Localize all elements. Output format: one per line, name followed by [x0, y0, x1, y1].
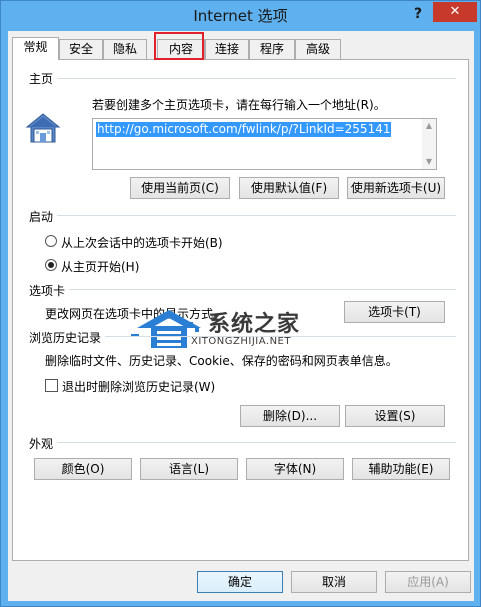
- use-default-button[interactable]: 使用默认值(F): [239, 177, 339, 199]
- startup-section-label: 启动: [29, 208, 58, 225]
- tab-privacy[interactable]: 隐私: [103, 39, 147, 59]
- homepage-section-label: 主页: [29, 70, 58, 87]
- divider: [31, 78, 456, 79]
- dialog-client: 常规 安全 隐私 内容 连接 程序 高级 主页 若要创建多个主页选项卡，请在每行…: [8, 31, 474, 601]
- divider: [31, 289, 456, 290]
- divider: [31, 442, 456, 443]
- radio-start-homepage[interactable]: [45, 259, 57, 271]
- history-description: 删除临时文件、历史记录、Cookie、保存的密码和网页表单信息。: [45, 354, 398, 368]
- homepage-url-text: http://go.microsoft.com/fwlink/p/?LinkId…: [96, 122, 392, 137]
- use-current-button[interactable]: 使用当前页(C): [130, 177, 230, 199]
- tab-advanced[interactable]: 高级: [295, 39, 341, 59]
- internet-options-window: Internet 选项 ? ✕ 常规 安全 隐私 内容 连接 程序 高级 主页: [0, 0, 481, 607]
- divider: [31, 215, 456, 216]
- tabs-section-label: 选项卡: [29, 282, 70, 299]
- use-new-tab-button[interactable]: 使用新选项卡(U): [347, 177, 445, 199]
- apply-button[interactable]: 应用(A): [385, 571, 471, 593]
- watermark-name: 系统之家: [208, 312, 301, 337]
- fonts-button[interactable]: 字体(N): [246, 458, 344, 480]
- settings-button[interactable]: 设置(S): [345, 405, 445, 427]
- home-icon: [25, 113, 61, 143]
- scroll-up-icon[interactable]: ▲: [422, 120, 436, 132]
- title-bar[interactable]: Internet 选项 ? ✕: [1, 1, 480, 29]
- start-last-session-label[interactable]: 从上次会话中的选项卡开始(B): [61, 234, 223, 251]
- tab-security[interactable]: 安全: [59, 39, 103, 59]
- history-section-label: 浏览历史记录: [29, 329, 106, 346]
- colors-button[interactable]: 颜色(O): [34, 458, 132, 480]
- close-button[interactable]: ✕: [433, 2, 477, 22]
- tabs-button[interactable]: 选项卡(T): [344, 301, 445, 323]
- accessibility-button[interactable]: 辅助功能(E): [352, 458, 450, 480]
- homepage-instruction: 若要创建多个主页选项卡，请在每行输入一个地址(R)。: [92, 98, 386, 112]
- scroll-down-icon[interactable]: ▼: [422, 156, 436, 168]
- delete-history-on-exit-checkbox[interactable]: [45, 379, 58, 392]
- url-scrollbar[interactable]: ▲ ▼: [422, 119, 436, 169]
- watermark-url: XITONGZHIJIA.NET: [191, 336, 291, 347]
- help-button[interactable]: ?: [407, 4, 429, 24]
- tab-programs[interactable]: 程序: [249, 39, 295, 59]
- languages-button[interactable]: 语言(L): [140, 458, 238, 480]
- cancel-button[interactable]: 取消: [291, 571, 377, 593]
- tab-connections[interactable]: 连接: [205, 39, 249, 59]
- general-panel: 主页 若要创建多个主页选项卡，请在每行输入一个地址(R)。 http://go.…: [12, 59, 469, 561]
- tab-highlight-box: [154, 32, 204, 60]
- ok-button[interactable]: 确定: [197, 571, 283, 593]
- homepage-url-input[interactable]: http://go.microsoft.com/fwlink/p/?LinkId…: [92, 118, 437, 170]
- appearance-section-label: 外观: [29, 435, 58, 452]
- start-homepage-label[interactable]: 从主页开始(H): [61, 258, 139, 275]
- delete-history-on-exit-label[interactable]: 退出时删除浏览历史记录(W): [62, 378, 215, 395]
- tab-general[interactable]: 常规: [12, 37, 59, 60]
- delete-button[interactable]: 删除(D)...: [240, 405, 340, 427]
- watermark: 系统之家 XITONGZHIJIA.NET: [131, 306, 351, 352]
- radio-start-last-session[interactable]: [45, 235, 57, 247]
